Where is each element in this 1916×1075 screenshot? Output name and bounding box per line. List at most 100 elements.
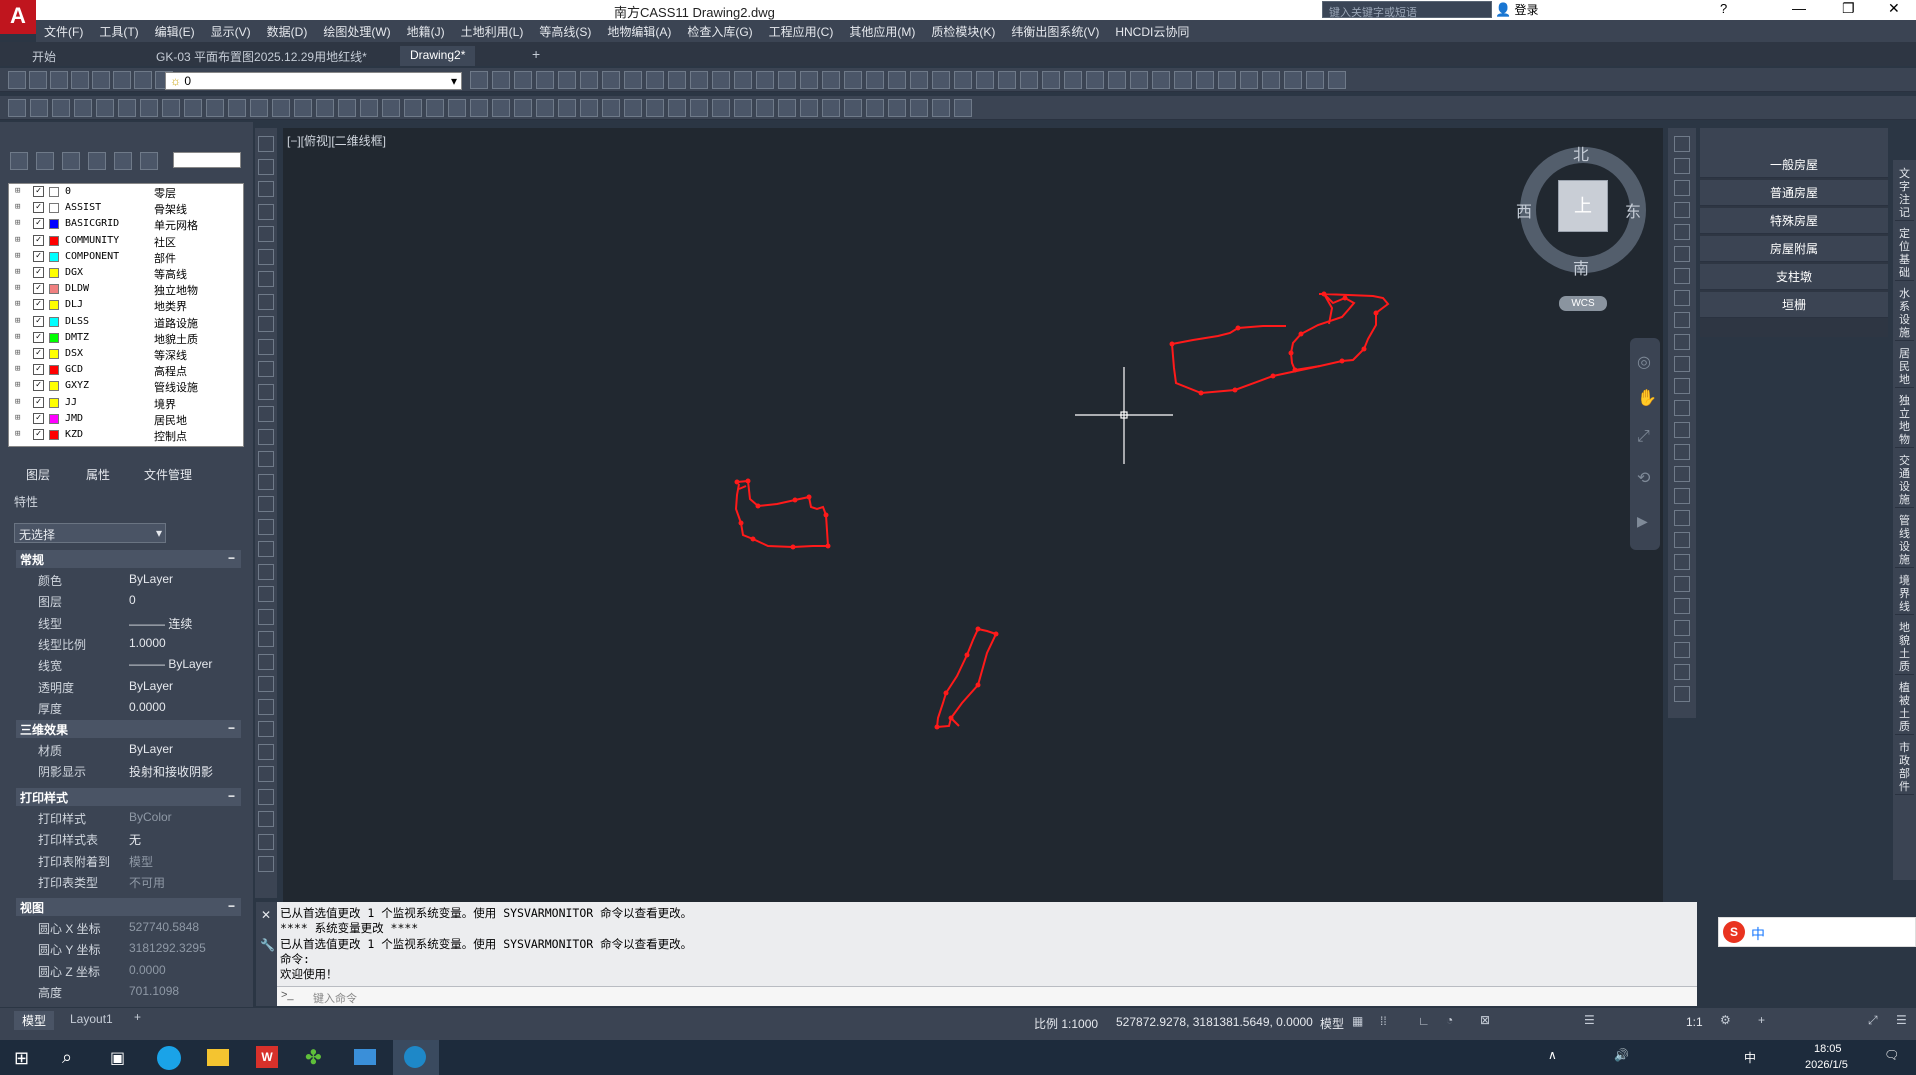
menu-item[interactable]: 地籍(J) — [399, 20, 453, 43]
modify-tool-3-icon[interactable] — [1674, 202, 1690, 218]
help-icon[interactable]: ? — [1720, 1, 1727, 16]
modify-tool-15-icon[interactable] — [1674, 466, 1690, 482]
edit-tool-12-icon[interactable] — [734, 71, 752, 89]
tab-drawing2[interactable]: Drawing2* — [400, 46, 476, 66]
view-tool-1-icon[interactable] — [29, 71, 47, 89]
cass-tool-42-icon[interactable] — [932, 99, 950, 117]
palette-side-tab[interactable]: 境界线 — [1895, 575, 1914, 615]
expand-icon[interactable]: ⊞ — [15, 316, 20, 326]
compass-east[interactable]: 东 — [1625, 198, 1641, 222]
expand-icon[interactable]: ⊞ — [15, 299, 20, 309]
draw-tool-28-icon[interactable] — [258, 766, 274, 782]
edit-tool-39-icon[interactable] — [1328, 71, 1346, 89]
collapse-icon[interactable]: − — [228, 721, 235, 735]
draw-tool-27-icon[interactable] — [258, 743, 274, 760]
taskview-icon[interactable]: ▣ — [110, 1048, 125, 1068]
props-section-view[interactable]: 视图 − — [16, 898, 241, 916]
cass-tool-43-icon[interactable] — [954, 99, 972, 117]
prop-row[interactable]: 线型比例 1.0000 — [16, 634, 241, 653]
edit-tool-2-icon[interactable] — [514, 71, 532, 89]
draw-tool-7-icon[interactable] — [258, 293, 274, 310]
layer-tool-1-icon[interactable] — [36, 152, 54, 170]
cass-tool-6-icon[interactable] — [140, 99, 158, 117]
layer-tool-4-icon[interactable] — [114, 152, 132, 170]
cass-tool-15-icon[interactable] — [338, 99, 356, 117]
edit-tool-6-icon[interactable] — [602, 71, 620, 89]
draw-tool-30-icon[interactable] — [258, 811, 274, 827]
cass-tool-7-icon[interactable] — [162, 99, 180, 117]
layer-color-swatch[interactable] — [49, 300, 59, 311]
checkbox-icon[interactable]: ✓ — [33, 283, 44, 295]
layer-color-swatch[interactable] — [49, 187, 59, 197]
edit-tool-25-icon[interactable] — [1020, 71, 1038, 89]
edit-tool-30-icon[interactable] — [1130, 71, 1148, 89]
checkbox-icon[interactable]: ✓ — [33, 218, 44, 230]
layer-row[interactable]: ⊞ ✓ DLJ 地类界 — [9, 297, 237, 313]
cass-tool-1-icon[interactable] — [30, 99, 48, 117]
palette-item[interactable]: 一般房屋 — [1700, 152, 1888, 178]
clover-icon[interactable]: ✤ — [305, 1045, 322, 1070]
new-tab-icon[interactable]: + — [532, 46, 540, 62]
edit-tool-31-icon[interactable] — [1152, 71, 1170, 89]
palette-side-tab[interactable]: 居民地 — [1895, 348, 1914, 388]
checkbox-icon[interactable]: ✓ — [33, 429, 44, 440]
edit-tool-15-icon[interactable] — [800, 71, 818, 89]
explorer-icon[interactable] — [207, 1049, 229, 1066]
cass-tool-14-icon[interactable] — [316, 99, 334, 117]
expand-icon[interactable]: ⊞ — [15, 186, 20, 196]
draw-tool-21-icon[interactable] — [258, 608, 274, 625]
layer-row[interactable]: ⊞ ✓ 0 零层 — [9, 184, 237, 200]
layer-color-swatch[interactable] — [49, 430, 59, 440]
expand-icon[interactable]: ⊞ — [15, 332, 20, 342]
palette-side-tab[interactable]: 独立地物 — [1895, 395, 1914, 448]
edit-tool-22-icon[interactable] — [954, 71, 972, 89]
draw-tool-0-icon[interactable] — [258, 136, 274, 152]
draw-tool-3-icon[interactable] — [258, 203, 274, 220]
checkbox-icon[interactable]: ✓ — [33, 396, 44, 408]
prop-row[interactable]: 高度 701.1098 — [16, 982, 241, 1001]
layer-color-swatch[interactable] — [49, 284, 59, 295]
cass-tool-0-icon[interactable] — [8, 99, 26, 117]
modify-tool-17-icon[interactable] — [1674, 510, 1690, 526]
edit-tool-34-icon[interactable] — [1218, 71, 1236, 89]
edit-tool-32-icon[interactable] — [1174, 71, 1192, 89]
layer-row[interactable]: ⊞ ✓ GCD 高程点 — [9, 362, 237, 378]
prop-row[interactable]: 打印表附着到 模型 — [16, 851, 241, 870]
prop-row[interactable]: 打印样式 ByColor — [16, 808, 241, 827]
view-tool-6-icon[interactable] — [134, 71, 152, 89]
modify-tool-18-icon[interactable] — [1674, 532, 1690, 548]
palette-side-tab[interactable]: 文字注记 — [1895, 168, 1914, 221]
palette-item[interactable]: 支柱墩 — [1700, 264, 1888, 290]
palette-side-tab[interactable]: 管线设施 — [1895, 515, 1914, 568]
draw-tool-32-icon[interactable] — [258, 856, 274, 872]
edit-tool-1-icon[interactable] — [492, 71, 510, 89]
cass-tool-3-icon[interactable] — [74, 99, 92, 117]
edit-tool-11-icon[interactable] — [712, 71, 730, 89]
layer-row[interactable]: ⊞ ✓ JJ 境界 — [9, 395, 237, 411]
cass-tool-37-icon[interactable] — [822, 99, 840, 117]
draw-tool-9-icon[interactable] — [258, 338, 274, 355]
compass-south[interactable]: 南 — [1573, 255, 1589, 279]
edit-tool-37-icon[interactable] — [1284, 71, 1302, 89]
cass-tool-9-icon[interactable] — [206, 99, 224, 117]
edit-tool-36-icon[interactable] — [1262, 71, 1280, 89]
palette-side-tab[interactable]: 定位基础 — [1895, 228, 1914, 281]
draw-tool-16-icon[interactable] — [258, 496, 274, 512]
edit-tool-33-icon[interactable] — [1196, 71, 1214, 89]
cass-tool-27-icon[interactable] — [602, 99, 620, 117]
checkbox-icon[interactable]: ✓ — [33, 186, 44, 197]
layer-color-swatch[interactable] — [49, 203, 59, 214]
drawing-canvas[interactable] — [283, 128, 1663, 902]
cass-tool-10-icon[interactable] — [228, 99, 246, 117]
draw-tool-13-icon[interactable] — [258, 428, 274, 445]
checkbox-icon[interactable]: ✓ — [33, 299, 44, 311]
windows-start-icon[interactable]: ⊞ — [14, 1048, 29, 1069]
props-section-three_d[interactable]: 三维效果 − — [16, 720, 241, 738]
checkbox-icon[interactable]: ✓ — [33, 202, 44, 214]
cass-tool-29-icon[interactable] — [646, 99, 664, 117]
draw-tool-24-icon[interactable] — [258, 676, 274, 692]
modify-tool-11-icon[interactable] — [1674, 378, 1690, 394]
tab-model[interactable]: 模型 — [14, 1011, 55, 1030]
ortho-icon[interactable]: ∟ — [1418, 1014, 1430, 1028]
layer-color-swatch[interactable] — [49, 219, 59, 230]
